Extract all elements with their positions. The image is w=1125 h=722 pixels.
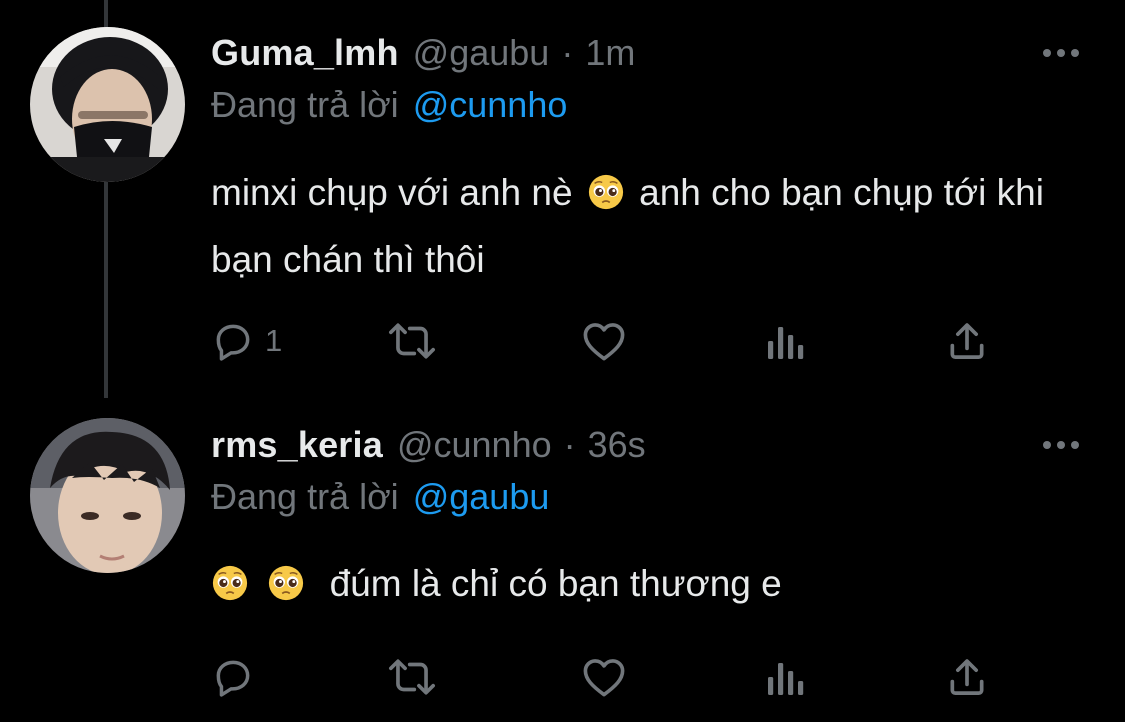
mention-link[interactable]: @cunnho	[413, 84, 568, 125]
reply-button[interactable]: 1	[211, 316, 282, 366]
user-handle[interactable]: @cunnho	[397, 424, 552, 466]
retweet-icon	[389, 659, 435, 695]
heart-icon	[583, 659, 625, 697]
pleading-face-emoji	[587, 168, 625, 229]
tweet-actions: 1	[211, 316, 1001, 366]
replying-to-label: Đang trả lời	[211, 84, 399, 125]
retweet-icon	[389, 323, 435, 359]
reply-button[interactable]	[211, 652, 265, 702]
display-name[interactable]: Guma_lmh	[211, 32, 399, 74]
reply-icon	[216, 324, 250, 361]
share-button[interactable]	[945, 652, 989, 702]
retweet-button[interactable]	[387, 316, 447, 366]
retweet-button[interactable]	[387, 652, 447, 702]
mention-link[interactable]: @gaubu	[413, 476, 550, 517]
tweet-text: đúm là chỉ có bạn thương e	[211, 553, 1065, 620]
views-button[interactable]	[766, 316, 806, 366]
replying-to: Đang trả lời @gaubu	[211, 476, 549, 518]
replying-to-label: Đang trả lời	[211, 476, 399, 517]
display-name[interactable]: rms_keria	[211, 424, 383, 466]
heart-icon	[583, 323, 625, 361]
tweet-header: rms_keria @cunnho · 36s	[211, 420, 1035, 470]
views-icon	[768, 327, 804, 359]
tweet-header: Guma_lmh @gaubu · 1m	[211, 28, 1035, 78]
tweet-text: minxi chụp với anh nè anh cho bạn chụp t…	[211, 162, 1065, 290]
timestamp[interactable]: 1m	[585, 32, 635, 74]
more-icon[interactable]	[1043, 439, 1079, 451]
tweet-actions	[211, 652, 1001, 702]
more-icon[interactable]	[1043, 47, 1079, 59]
pleading-face-emoji	[211, 559, 249, 620]
tweet-text-part: đúm là chỉ có bạn thương e	[329, 563, 782, 604]
pleading-face-emoji	[267, 559, 305, 620]
reply-icon	[216, 660, 250, 697]
views-button[interactable]	[766, 652, 806, 702]
share-icon	[950, 323, 984, 359]
tweet[interactable]: rms_keria @cunnho · 36s Đang trả lời @ga…	[0, 400, 1125, 722]
like-button[interactable]	[581, 652, 637, 702]
views-icon	[768, 663, 804, 695]
separator-dot: ·	[561, 32, 574, 73]
timestamp[interactable]: 36s	[588, 424, 646, 466]
avatar[interactable]	[30, 418, 185, 573]
tweet-text-part: minxi chụp với anh nè	[211, 172, 573, 213]
like-button[interactable]	[581, 316, 637, 366]
separator-dot: ·	[563, 424, 576, 465]
replying-to: Đang trả lời @cunnho	[211, 84, 567, 126]
avatar[interactable]	[30, 27, 185, 182]
share-button[interactable]	[945, 316, 989, 366]
reply-count: 1	[265, 323, 283, 358]
user-handle[interactable]: @gaubu	[413, 32, 550, 74]
share-icon	[950, 659, 984, 695]
tweet[interactable]: Guma_lmh @gaubu · 1m Đang trả lời @cunnh…	[0, 0, 1125, 400]
